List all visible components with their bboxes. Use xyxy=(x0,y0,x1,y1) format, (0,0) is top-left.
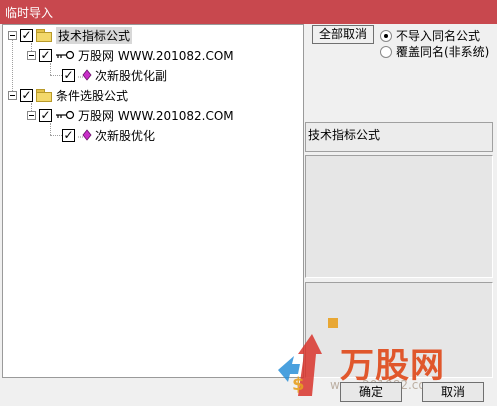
tree-node-group: ✓ 技术指标公式 xyxy=(8,26,133,44)
formula-icon xyxy=(78,129,92,141)
group-checkbox[interactable]: ✓ xyxy=(20,88,33,102)
radio-button[interactable] xyxy=(380,29,392,42)
tree-connector xyxy=(50,123,51,135)
collapse-toggle[interactable] xyxy=(27,50,36,60)
title-bar[interactable]: 临时导入 xyxy=(0,0,497,24)
group-label[interactable]: 技术指标公式 xyxy=(56,26,133,44)
radio-skip-option[interactable]: 不导入同名公式 xyxy=(380,27,480,44)
formula-label[interactable]: 次新股优化 xyxy=(95,127,155,144)
radio-overwrite-option[interactable]: 覆盖同名(非系统) xyxy=(380,43,489,60)
tree-node-source: ✓ 万股网 WWW.201082.COM xyxy=(27,107,234,123)
tree-node-group: ✓ 条件选股公式 xyxy=(8,87,128,103)
group-checkbox[interactable]: ✓ xyxy=(20,28,33,42)
key-icon xyxy=(56,50,75,60)
radio-button[interactable] xyxy=(380,45,392,58)
source-label[interactable]: 万股网 WWW.201082.COM xyxy=(78,107,234,124)
collapse-toggle[interactable] xyxy=(8,90,17,100)
key-icon xyxy=(56,110,75,120)
tree-node-source: ✓ 万股网 WWW.201082.COM xyxy=(27,47,234,63)
group-label[interactable]: 条件选股公式 xyxy=(56,87,128,104)
radio-overwrite-label: 覆盖同名(非系统) xyxy=(396,45,490,59)
formula-label[interactable]: 次新股优化副 xyxy=(95,67,167,84)
formula-checkbox[interactable]: ✓ xyxy=(62,68,75,82)
source-checkbox[interactable]: ✓ xyxy=(39,108,52,122)
radio-skip-label: 不导入同名公式 xyxy=(396,29,481,43)
formula-icon xyxy=(78,69,92,81)
formula-type-text: 技术指标公式 xyxy=(308,128,381,142)
window-title: 临时导入 xyxy=(5,6,54,20)
tree-connector xyxy=(50,63,51,75)
formula-checkbox[interactable]: ✓ xyxy=(62,128,75,142)
import-dialog: 临时导入 ✓ 技术指标公式 ✓ 万股网 WWW.201082.COM ✓ 次新股… xyxy=(0,0,497,406)
tree-node-formula: ✓ 次新股优化副 xyxy=(62,67,167,83)
formula-info-box xyxy=(305,155,493,278)
formula-type-label: 技术指标公式 xyxy=(305,122,493,152)
tree-node-formula: ✓ 次新股优化 xyxy=(62,127,155,143)
folder-icon xyxy=(36,89,52,102)
collapse-toggle[interactable] xyxy=(27,110,36,120)
source-label[interactable]: 万股网 WWW.201082.COM xyxy=(78,47,234,64)
source-checkbox[interactable]: ✓ xyxy=(39,48,52,62)
cancel-button[interactable]: 取消 xyxy=(422,382,484,402)
folder-icon xyxy=(36,29,52,42)
ok-button[interactable]: 确定 xyxy=(340,382,402,402)
collapse-toggle[interactable] xyxy=(8,30,17,40)
formula-tree[interactable]: ✓ 技术指标公式 ✓ 万股网 WWW.201082.COM ✓ 次新股优化副 ✓… xyxy=(2,24,304,378)
deselect-all-button[interactable]: 全部取消 xyxy=(312,25,374,44)
